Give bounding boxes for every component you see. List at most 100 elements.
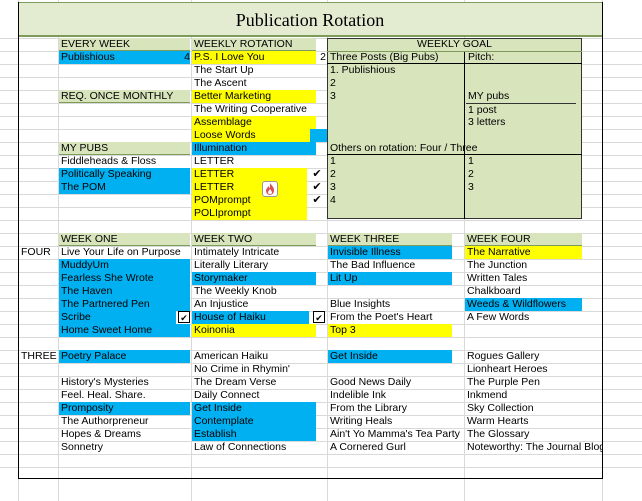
week-two-item-10[interactable]: The Dream Verse [192,376,316,389]
week-two-item-6[interactable]: House of Haiku [192,311,309,324]
week-four-item-11[interactable]: Sky Collection [465,402,582,415]
check-icon[interactable]: ✔ [311,181,323,193]
week-four-item-7[interactable]: Rogues Gallery [465,350,582,363]
goal-pitch: Pitch: [468,51,495,63]
week-three-header: WEEK THREE [328,233,452,246]
week-three-item-7[interactable]: Get Inside [328,350,452,363]
goal-list-3: 3 [330,90,336,102]
publishious-count: 4 [184,51,190,63]
my-pub-3[interactable]: The POM [59,181,190,194]
pub-publishious[interactable]: Publishious [59,51,190,64]
weekly-goal-header: WEEKLY GOAL [417,38,492,50]
week-three-item-12[interactable]: Ain't Yo Mamma's Tea Party [328,428,464,441]
rotation-item-4[interactable]: Better Marketing [192,90,316,103]
week-two-item-8[interactable]: American Haiku [192,350,316,363]
week-four-item-8[interactable]: Lionheart Heroes [465,363,582,376]
week-one-item-3[interactable]: Fearless She Wrote [59,272,190,285]
week-one-item-1[interactable]: Live Your Life on Purpose [59,246,190,259]
week-one-item-10[interactable]: Feel. Heal. Share. [59,389,190,402]
week-four-item-10[interactable]: Inkmend [465,389,582,402]
week-one-item-11[interactable]: Promposity [59,402,190,415]
week-two-item-4[interactable]: The Weekly Knob [192,285,316,298]
row-label-four: FOUR [21,246,51,258]
week-three-item-5[interactable]: From the Poet's Heart [328,311,462,324]
rotation-item-10[interactable]: LETTER [192,168,307,181]
week-four-header: WEEK FOUR [465,233,582,246]
week-three-item-10[interactable]: From the Library [328,402,452,415]
goal-list-1: 1. Publishious [330,64,396,76]
week-one-item-4[interactable]: The Haven [59,285,190,298]
rotation-item-13[interactable]: POLIprompt [192,207,307,220]
week-one-item-8[interactable]: Poetry Palace [59,350,190,363]
week-one-item-12[interactable]: The Authorpreneur [59,415,190,428]
rotation-item-3[interactable]: The Ascent [192,77,316,90]
week-four-item-14[interactable]: Noteworthy: The Journal Blog [465,441,602,454]
check-icon[interactable]: ✔ [311,168,323,180]
week-four-item-13[interactable]: The Glossary [465,428,582,441]
fire-badge-icon[interactable] [262,181,278,197]
goal-three-letters: 3 letters [468,116,506,128]
week-three-item-2[interactable]: The Bad Influence [328,259,452,272]
goal-left-num-3: 3 [330,181,336,193]
week-three-item-3[interactable]: Lit Up [328,272,452,285]
week-four-item-4[interactable]: Chalkboard [465,285,582,298]
my-pub-2[interactable]: Politically Speaking [59,168,190,181]
goal-left-num-1: 1 [330,155,336,167]
goal-three-posts: Three Posts (Big Pubs) [330,51,439,63]
goal-my-pubs: MY pubs [468,90,510,102]
week-two-item-15[interactable]: Law of Connections [192,441,316,454]
week-two-item-13[interactable]: Contemplate [192,415,316,428]
week-four-item-6[interactable]: A Few Words [465,311,582,324]
week-two-item-1[interactable]: Intimately Intricate [192,246,316,259]
week-three-item-8[interactable]: Good News Daily [328,376,452,389]
week-one-item-6[interactable]: Scribe [59,311,176,324]
rotation-item-9[interactable]: LETTER [192,155,316,168]
rotation-item-8[interactable]: Illumination [192,142,316,155]
row-label-three: THREE [21,350,57,362]
goal-left-num-2: 2 [330,168,336,180]
rotation-item-12[interactable]: POMprompt [192,194,307,207]
rotation-item-2[interactable]: The Start Up [192,64,316,77]
week-two-item-7[interactable]: Koinonia [192,324,316,337]
weekly-rotation-header: WEEKLY ROTATION [192,38,316,51]
check-icon[interactable]: ✔ [311,194,323,206]
week-two-item-14[interactable]: Establish [192,428,316,441]
week-two-item-12[interactable]: Get Inside [192,402,316,415]
week-three-item-1[interactable]: Invisible Illness [328,246,452,259]
week-four-item-9[interactable]: The Purple Pen [465,376,582,389]
goal-right-num-1: 1 [468,155,474,167]
week-two-item-3[interactable]: Storymaker [192,272,316,285]
week-one-item-13[interactable]: Hopes & Dreams [59,428,190,441]
week-two-item-11[interactable]: Daily Connect [192,389,316,402]
week-one-item-2[interactable]: MuddyUm [59,259,190,272]
rotation-item-1[interactable]: P.S. I Love You [192,51,316,64]
week-two-item-2[interactable]: Literally Literary [192,259,316,272]
week-three-item-13[interactable]: A Cornered Gurl [328,441,452,454]
week-one-item-7[interactable]: Home Sweet Home [59,324,190,337]
check-icon[interactable]: ✔ [178,311,190,323]
week-four-item-2[interactable]: The Junction [465,259,582,272]
week-one-item-5[interactable]: The Partnered Pen [59,298,190,311]
week-two-item-5[interactable]: An Injustice [192,298,316,311]
rotation-item-7[interactable]: Loose Words [192,129,316,142]
week-four-item-12[interactable]: Warm Hearts [465,415,582,428]
week-three-item-9[interactable]: Indelible Ink [328,389,452,402]
goal-right-num-3: 3 [468,181,474,193]
week-one-header: WEEK ONE [59,233,190,246]
rotation-item-11[interactable]: LETTER [192,181,307,194]
rotation-item-5[interactable]: The Writing Cooperative [192,103,316,116]
my-pubs-header: MY PUBS [59,142,190,155]
week-four-item-1[interactable]: The Narrative [465,246,582,259]
week-two-item-9[interactable]: No Crime in Rhymin' [192,363,316,376]
week-three-item-4[interactable]: Blue Insights [328,298,452,311]
week-three-item-11[interactable]: Writing Heals [328,415,452,428]
week-one-item-9[interactable]: History's Mysteries [59,376,190,389]
week-one-item-14[interactable]: Sonnetry [59,441,190,454]
week-four-item-5[interactable]: Weeds & Wildflowers [465,298,582,311]
check-icon[interactable]: ✔ [313,311,325,323]
my-pub-1[interactable]: Fiddleheads & Floss [59,155,190,168]
rotation-item-6[interactable]: Assemblage [192,116,316,129]
goal-left-num-4: 4 [330,194,336,206]
week-four-item-3[interactable]: Written Tales [465,272,582,285]
week-three-item-6[interactable]: Top 3 [328,324,452,337]
